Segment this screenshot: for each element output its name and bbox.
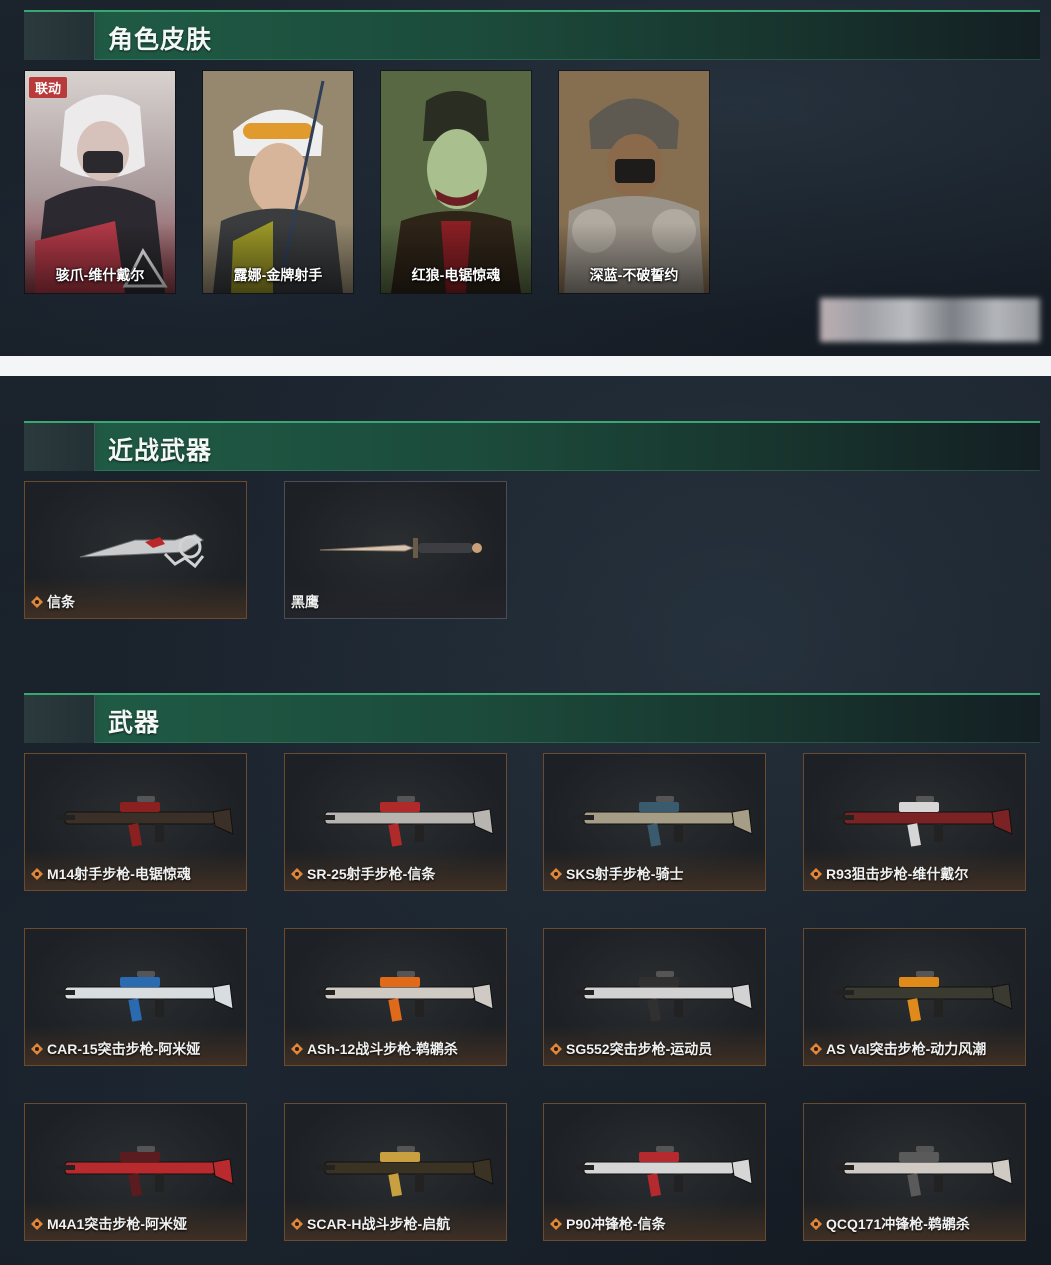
diamond-rarity-icon xyxy=(31,868,43,880)
weapon-card[interactable]: SG552突击步枪-运动员 xyxy=(543,928,766,1066)
item-name: AS Val突击步枪-动力风潮 xyxy=(826,1041,987,1057)
weapon-card[interactable]: M4A1突击步枪-阿米娅 xyxy=(24,1103,247,1241)
melee-section-title: 近战武器 xyxy=(108,437,213,465)
item-name: 黑鹰 xyxy=(291,594,319,610)
diamond-rarity-icon xyxy=(291,868,303,880)
weapon-card[interactable]: SKS射手步枪-骑士 xyxy=(543,753,766,891)
header-notch xyxy=(24,695,95,743)
item-name: 信条 xyxy=(47,594,75,610)
item-label: ASh-12战斗步枪-鹈鹕杀 xyxy=(291,1039,458,1059)
item-name: SG552突击步枪-运动员 xyxy=(566,1041,713,1057)
item-label: SG552突击步枪-运动员 xyxy=(550,1039,712,1059)
item-label: 黑鹰 xyxy=(291,592,319,612)
diamond-rarity-icon xyxy=(550,868,562,880)
weapon-card[interactable]: SR-25射手步枪-信条 xyxy=(284,753,507,891)
weapon-card[interactable]: AS Val突击步枪-动力风潮 xyxy=(803,928,1026,1066)
weapons-section-header: 武器 xyxy=(24,693,1040,743)
header-notch xyxy=(24,12,95,60)
weapons-section-title: 武器 xyxy=(108,709,161,737)
collab-tag: 联动 xyxy=(29,77,68,98)
weapon-card[interactable]: CAR-15突击步枪-阿米娅 xyxy=(24,928,247,1066)
skins-section-header: 角色皮肤 xyxy=(24,10,1040,60)
item-name: ASh-12战斗步枪-鹈鹕杀 xyxy=(307,1041,458,1057)
item-label: P90冲锋枪-信条 xyxy=(550,1214,666,1234)
skin-card-3[interactable]: 红狼-电锯惊魂 xyxy=(380,70,532,294)
skin-card-2[interactable]: 露娜-金牌射手 xyxy=(202,70,354,294)
melee-section-header: 近战武器 xyxy=(24,421,1040,471)
item-name: P90冲锋枪-信条 xyxy=(566,1216,666,1232)
weapon-card[interactable]: M14射手步枪-电锯惊魂 xyxy=(24,753,247,891)
weapon-card[interactable]: R93狙击步枪-维什戴尔 xyxy=(803,753,1026,891)
item-name: SR-25射手步枪-信条 xyxy=(307,866,436,882)
melee-card-2[interactable]: 黑鹰 xyxy=(284,481,507,619)
item-label: SKS射手步枪-骑士 xyxy=(550,864,683,884)
skin-card-4[interactable]: 深蓝-不破誓约 xyxy=(558,70,710,294)
skin-name: 红狼-电锯惊魂 xyxy=(411,267,501,283)
diamond-rarity-icon xyxy=(810,868,822,880)
diamond-rarity-icon xyxy=(810,1043,822,1055)
weapon-card[interactable]: ASh-12战斗步枪-鹈鹕杀 xyxy=(284,928,507,1066)
item-label: AS Val突击步枪-动力风潮 xyxy=(810,1039,986,1059)
weapon-card[interactable]: P90冲锋枪-信条 xyxy=(543,1103,766,1241)
item-name: SKS射手步枪-骑士 xyxy=(566,866,684,882)
skin-card-1[interactable]: 联动 骇爪-维什戴尔 xyxy=(24,70,176,294)
melee-card-1[interactable]: 信条 xyxy=(24,481,247,619)
diamond-rarity-icon xyxy=(31,1043,43,1055)
diamond-rarity-icon xyxy=(31,596,43,608)
item-label: QCQ171冲锋枪-鹈鹕杀 xyxy=(810,1214,970,1234)
item-name: M4A1突击步枪-阿米娅 xyxy=(47,1216,188,1232)
weapon-card[interactable]: SCAR-H战斗步枪-启航 xyxy=(284,1103,507,1241)
item-label: CAR-15突击步枪-阿米娅 xyxy=(31,1039,200,1059)
skins-section-title: 角色皮肤 xyxy=(108,26,213,54)
item-label: SCAR-H战斗步枪-启航 xyxy=(291,1214,450,1234)
skin-name: 骇爪-维什戴尔 xyxy=(55,267,145,283)
item-name: CAR-15突击步枪-阿米娅 xyxy=(47,1041,201,1057)
skin-name: 露娜-金牌射手 xyxy=(233,267,323,283)
skins-panel: 角色皮肤 联动 骇爪-维什戴尔 露娜-金牌射手 红狼-电锯惊魂 深蓝-不破誓约 xyxy=(0,0,1051,356)
blurred-watermark xyxy=(820,298,1040,342)
diamond-rarity-icon xyxy=(550,1218,562,1230)
page-divider xyxy=(0,356,1051,376)
item-name: SCAR-H战斗步枪-启航 xyxy=(307,1216,451,1232)
header-notch xyxy=(24,423,95,471)
diamond-rarity-icon xyxy=(550,1043,562,1055)
item-name: R93狙击步枪-维什戴尔 xyxy=(826,866,969,882)
item-label: M4A1突击步枪-阿米娅 xyxy=(31,1214,187,1234)
item-label: SR-25射手步枪-信条 xyxy=(291,864,435,884)
item-label: 信条 xyxy=(31,592,75,612)
item-label: M14射手步枪-电锯惊魂 xyxy=(31,864,191,884)
diamond-rarity-icon xyxy=(31,1218,43,1230)
weapon-card[interactable]: QCQ171冲锋枪-鹈鹕杀 xyxy=(803,1103,1026,1241)
item-label: R93狙击步枪-维什戴尔 xyxy=(810,864,968,884)
diamond-rarity-icon xyxy=(810,1218,822,1230)
skin-name: 深蓝-不破誓约 xyxy=(589,267,679,283)
item-name: QCQ171冲锋枪-鹈鹕杀 xyxy=(826,1216,970,1232)
diamond-rarity-icon xyxy=(291,1218,303,1230)
weapons-panel: 近战武器 信条 黑鹰 武器 M14射手步枪-电锯惊魂 SR-25射手步枪-信条 … xyxy=(0,376,1051,1265)
item-name: M14射手步枪-电锯惊魂 xyxy=(47,866,191,882)
diamond-rarity-icon xyxy=(291,1043,303,1055)
